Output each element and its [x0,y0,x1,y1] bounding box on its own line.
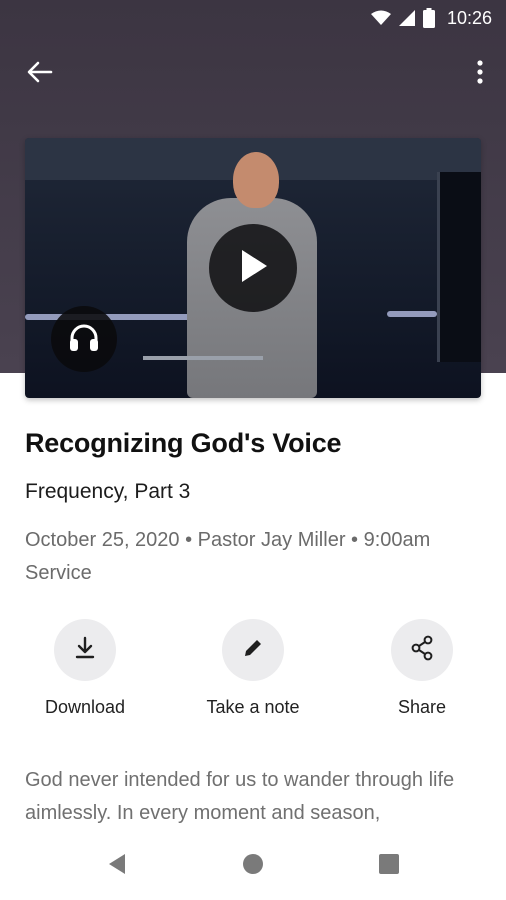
play-button[interactable] [209,224,297,312]
share-label: Share [397,697,447,717]
more-options-button[interactable] [468,56,492,92]
video-backdrop-screen [437,172,481,362]
sermon-description: God never intended for us to wander thro… [25,769,455,824]
action-row: Download Take a note Share [0,619,506,729]
video-lectern [143,356,263,360]
take-note-button[interactable]: Take a note [183,619,323,718]
nav-home-button[interactable] [238,851,268,881]
battery-icon [422,8,435,28]
wifi-icon [370,10,391,26]
take-note-circle[interactable] [222,619,284,681]
pencil-icon [242,637,264,664]
video-speaker-head [233,152,279,208]
signal-icon [398,10,415,26]
headphones-icon [68,322,100,357]
nav-recents-icon [379,853,399,879]
arrow-back-icon [27,61,53,88]
play-icon [236,247,270,290]
system-navigation-bar [0,832,506,900]
download-label: Download [44,697,126,717]
status-bar: 10:26 [0,0,506,36]
back-button[interactable] [20,56,60,92]
share-circle[interactable] [391,619,453,681]
audio-only-button[interactable] [51,306,117,372]
status-time: 10:26 [446,7,492,28]
nav-recents-button[interactable] [374,851,404,881]
video-player[interactable] [25,138,481,398]
share-button[interactable]: Share [352,619,492,718]
nav-back-button[interactable] [102,851,132,881]
sermon-title: Recognizing God's Voice [25,428,342,458]
download-icon [73,636,97,665]
take-note-label: Take a note [206,697,300,717]
video-backdrop-light [387,311,437,317]
download-button[interactable]: Download [15,619,155,718]
download-circle[interactable] [54,619,116,681]
nav-back-icon [107,853,127,880]
share-icon [409,635,435,666]
sermon-meta: October 25, 2020 • Pastor Jay Miller • 9… [25,529,431,584]
sermon-series: Frequency, Part 3 [25,480,191,503]
nav-home-icon [242,853,264,880]
more-vertical-icon [477,59,483,89]
